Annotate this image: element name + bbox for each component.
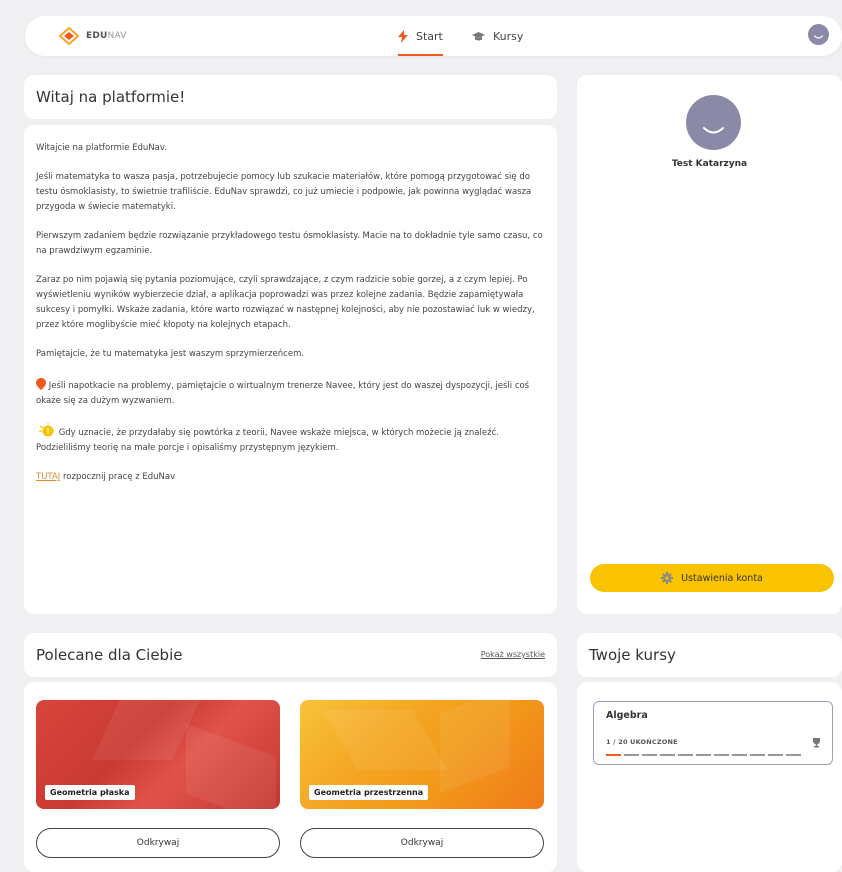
progress-segment [624,754,639,756]
recommended-header-card: Polecane dla Ciebie Pokaż wszystkie [24,633,557,677]
progress-segment [696,754,711,756]
tab-start[interactable]: Start [398,16,443,56]
progress-segment [606,754,621,756]
recommended-title: Polecane dla Ciebie [36,646,183,664]
course-progress-text: 1 / 20 UKOŃCZONE [606,738,678,746]
course-progress-bar [606,754,801,756]
my-courses-body-card: Algebra 1 / 20 UKOŃCZONE [577,682,842,872]
trainer-marker-icon [36,378,46,390]
progress-segment [714,754,729,756]
start-here-link[interactable]: TUTAJ [36,472,60,482]
course-tile-plane-geometry[interactable]: Geometria płaska [36,700,280,809]
logo-text: EDUNAV [86,31,127,41]
welcome-paragraph-cta: TUTAJ rozpocznij pracę z EduNav [36,472,176,482]
lightbulb-icon [39,423,54,437]
welcome-paragraph-trainer: Jeśli napotkacie na problemy, pamiętajci… [36,378,545,409]
discover-button[interactable]: Odkrywaj [36,828,280,858]
profile-name: Test Katarzyna [671,159,748,169]
top-navbar: EDUNAV Start Kursy [25,16,842,56]
course-title: Algebra [606,710,648,721]
progress-segment [732,754,747,756]
smile-icon [703,127,724,134]
profile-card: Test Katarzyna Ustawienia konta [577,75,842,614]
tab-courses-label: Kursy [493,29,524,43]
account-settings-label: Ustawienia konta [681,572,763,584]
user-avatar-button[interactable] [808,24,829,45]
recommended-body-card: Geometria płaska Geometria przestrzenna … [24,682,557,872]
lightning-icon [398,29,408,43]
account-settings-button[interactable]: Ustawienia konta [590,564,834,592]
course-tile-solid-geometry[interactable]: Geometria przestrzenna [300,700,544,809]
profile-avatar [686,95,741,150]
graduation-cap-icon [472,31,485,40]
welcome-header-card: Witaj na platformie! [24,75,557,119]
course-card-algebra[interactable]: Algebra 1 / 20 UKOŃCZONE [593,701,833,765]
gear-icon [661,572,674,584]
welcome-body-card: Witajcie na platformie EduNav. Jeśli mat… [24,125,557,614]
welcome-paragraph-theory: Gdy uznacie, że przydałaby się powtórka … [36,423,545,456]
welcome-paragraph: Pamiętajcie, że tu matematyka jest waszy… [36,349,305,359]
smile-icon [813,35,824,39]
progress-segment [642,754,657,756]
progress-segment [768,754,783,756]
course-tile-label: Geometria płaska [45,785,135,800]
logo[interactable]: EDUNAV [58,27,127,45]
logo-icon [58,27,80,45]
progress-segment [786,754,801,756]
see-all-link[interactable]: Pokaż wszystkie [481,650,545,659]
tab-start-label: Start [416,29,443,43]
discover-button[interactable]: Odkrywaj [300,828,544,858]
progress-segment [678,754,693,756]
welcome-paragraph: Witajcie na platformie EduNav. [36,143,167,153]
trophy-icon [813,738,820,748]
welcome-paragraph: Pierwszym zadaniem będzie rozwiązanie pr… [36,231,543,256]
progress-segment [660,754,675,756]
course-tile-label: Geometria przestrzenna [309,785,429,800]
tab-courses[interactable]: Kursy [472,16,523,56]
welcome-paragraph: Jeśli matematyka to wasza pasja, potrzeb… [36,172,532,212]
progress-segment [750,754,765,756]
my-courses-title: Twoje kursy [589,646,676,664]
welcome-paragraph: Zaraz po nim pojawią się pytania poziomu… [36,275,535,330]
welcome-title: Witaj na platformie! [36,88,186,106]
my-courses-header-card: Twoje kursy [577,633,842,677]
